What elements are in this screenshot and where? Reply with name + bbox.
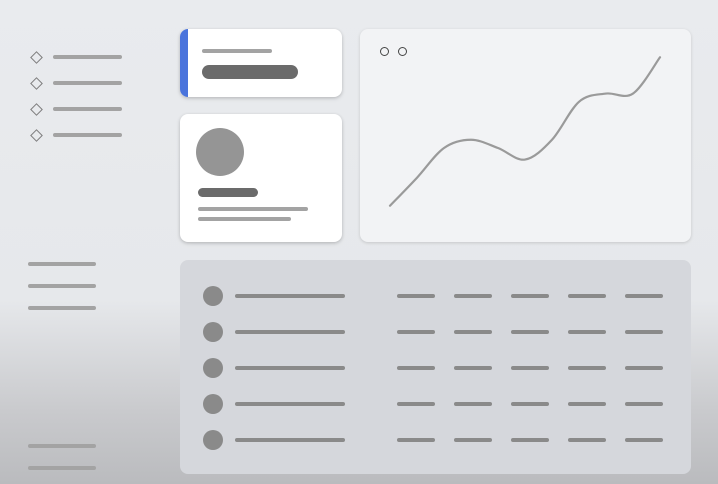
- row-avatar: [203, 322, 223, 342]
- sidebar-item-1[interactable]: [30, 50, 122, 64]
- stat-card[interactable]: [180, 29, 342, 97]
- diamond-icon: [30, 128, 43, 142]
- sidebar-group-item[interactable]: [28, 284, 96, 288]
- table-row[interactable]: [180, 394, 691, 414]
- stat-card-accent: [180, 29, 188, 97]
- table-cell: [511, 330, 549, 334]
- table-cell: [454, 294, 492, 298]
- table-cell: [397, 438, 435, 442]
- sidebar-footer-item[interactable]: [28, 466, 96, 470]
- table-cell: [568, 438, 606, 442]
- table-cell: [625, 366, 663, 370]
- data-table: [180, 260, 691, 474]
- table-cell: [454, 330, 492, 334]
- sidebar-item-label: [53, 55, 122, 59]
- sidebar-item-3[interactable]: [30, 102, 122, 116]
- avatar: [196, 128, 244, 176]
- profile-detail: [198, 217, 291, 221]
- table-cell: [568, 366, 606, 370]
- sidebar-item-label: [53, 81, 122, 85]
- table-row[interactable]: [180, 322, 691, 342]
- profile-detail: [198, 207, 308, 211]
- series-line: [388, 56, 662, 207]
- profile-card[interactable]: [180, 114, 342, 242]
- sidebar-item-label: [53, 107, 122, 111]
- table-cell: [625, 294, 663, 298]
- row-name: [235, 366, 345, 370]
- stat-card-value: [202, 65, 298, 79]
- table-cell: [454, 402, 492, 406]
- table-cell: [397, 294, 435, 298]
- table-row[interactable]: [180, 430, 691, 450]
- table-cell: [568, 330, 606, 334]
- table-cell: [511, 294, 549, 298]
- row-avatar: [203, 358, 223, 378]
- table-cell: [625, 330, 663, 334]
- sidebar-footer-item[interactable]: [28, 444, 96, 448]
- table-cell: [454, 438, 492, 442]
- sidebar-group-item[interactable]: [28, 262, 96, 266]
- table-cell: [511, 438, 549, 442]
- row-name: [235, 438, 345, 442]
- sidebar-item-2[interactable]: [30, 76, 122, 90]
- row-avatar: [203, 286, 223, 306]
- stat-card-label: [202, 49, 272, 53]
- diamond-icon: [30, 76, 43, 90]
- table-cell: [568, 402, 606, 406]
- table-cell: [454, 366, 492, 370]
- sidebar-item-4[interactable]: [30, 128, 122, 142]
- table-cell: [625, 438, 663, 442]
- row-avatar: [203, 430, 223, 450]
- sidebar-group-item[interactable]: [28, 306, 96, 310]
- table-cell: [397, 366, 435, 370]
- table-cell: [397, 330, 435, 334]
- diamond-icon: [30, 50, 43, 64]
- diamond-icon: [30, 102, 43, 116]
- table-cell: [511, 366, 549, 370]
- table-row[interactable]: [180, 358, 691, 378]
- sidebar-item-label: [53, 133, 122, 137]
- line-chart: [388, 56, 662, 207]
- row-avatar: [203, 394, 223, 414]
- table-row[interactable]: [180, 286, 691, 306]
- table-cell: [568, 294, 606, 298]
- profile-name: [198, 188, 258, 197]
- table-cell: [397, 402, 435, 406]
- row-name: [235, 402, 345, 406]
- row-name: [235, 330, 345, 334]
- row-name: [235, 294, 345, 298]
- chart-card[interactable]: [360, 29, 691, 242]
- table-cell: [511, 402, 549, 406]
- table-cell: [625, 402, 663, 406]
